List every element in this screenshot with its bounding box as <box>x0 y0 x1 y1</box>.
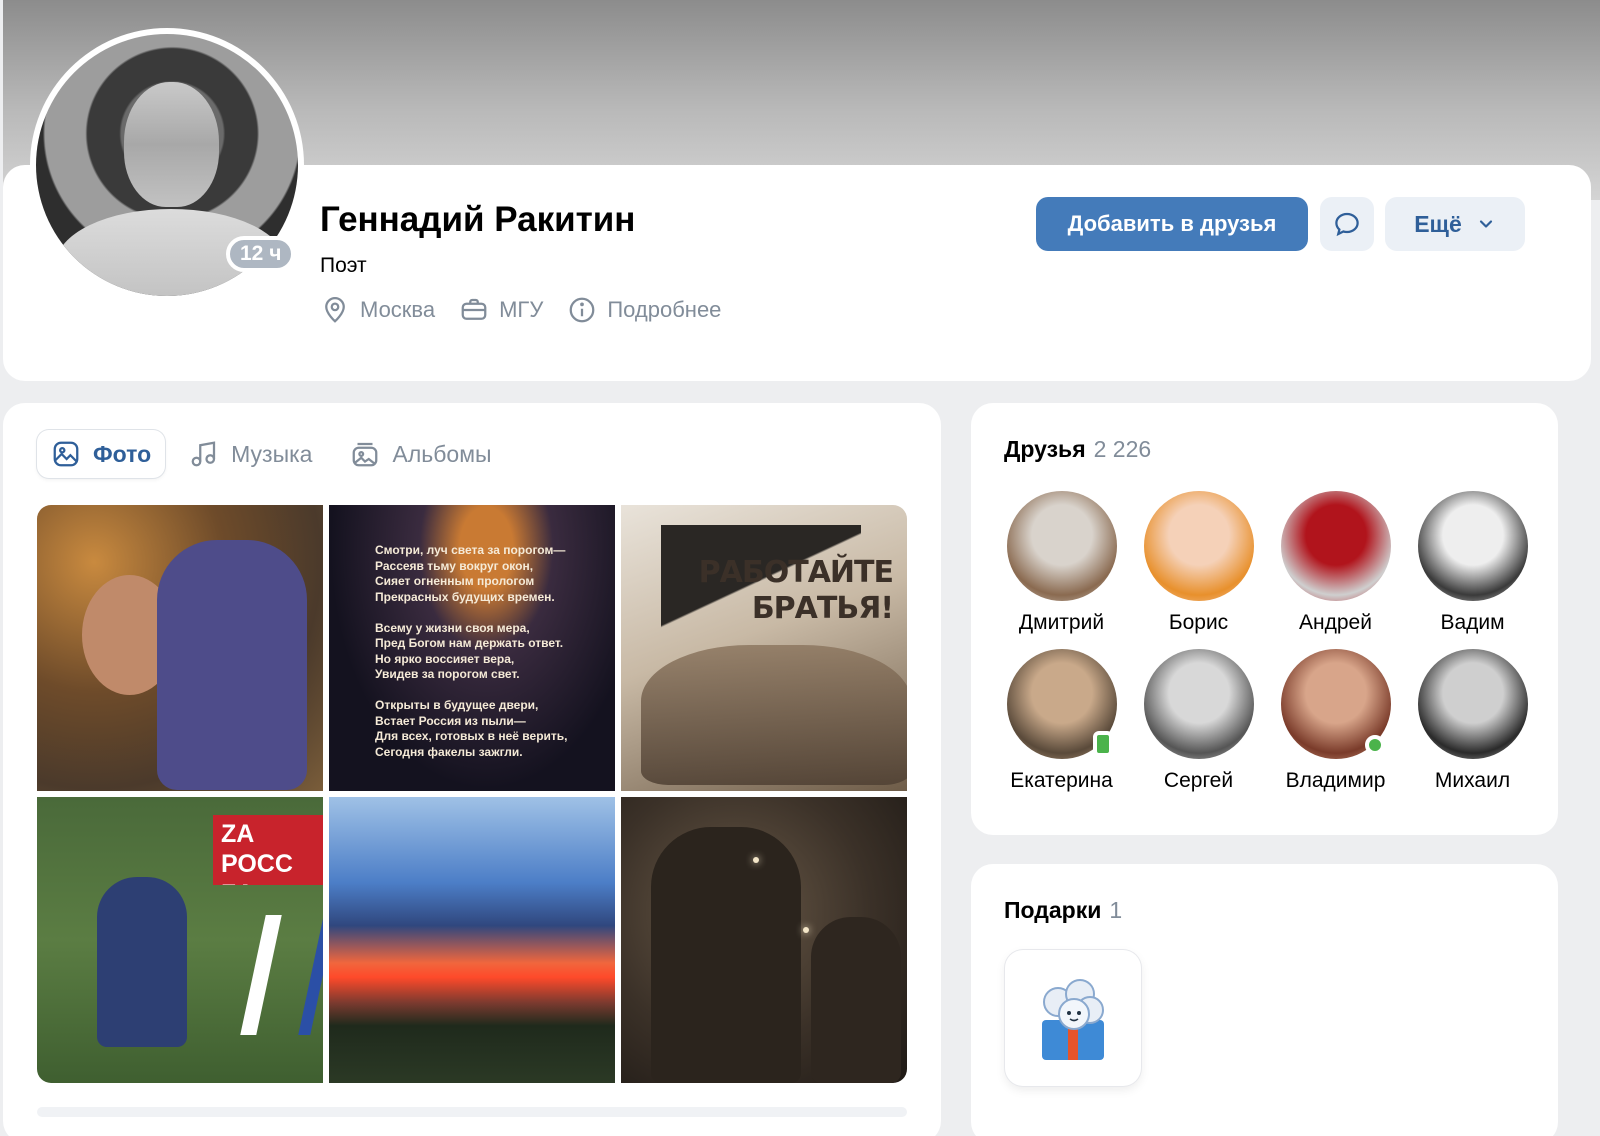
photo-soldiers-smoking[interactable] <box>621 797 907 1083</box>
friend-name: Сергей <box>1163 769 1234 792</box>
tab-photos[interactable]: Фото <box>37 430 166 478</box>
friend-name: Андрей <box>1299 611 1372 634</box>
friends-count: 2 226 <box>1093 436 1152 462</box>
friend-avatar[interactable] <box>1417 649 1528 759</box>
info-education-label: МГУ <box>499 297 544 322</box>
friend-avatar[interactable] <box>1006 491 1117 601</box>
friend-item[interactable]: Екатерина <box>993 649 1130 793</box>
photo-sunset[interactable] <box>329 797 615 1083</box>
info-icon <box>569 297 595 323</box>
gift-item[interactable] <box>1005 950 1141 1086</box>
online-status-icon <box>1364 735 1385 755</box>
friend-name: Вадим <box>1440 611 1505 634</box>
gifts-title[interactable]: Подарки 1 <box>1004 897 1122 924</box>
last-seen-badge: 12 ч <box>226 236 296 272</box>
info-education[interactable]: МГУ <box>459 295 543 325</box>
friend-item[interactable]: Сергей <box>1130 649 1267 793</box>
show-all-photos-bar[interactable] <box>37 1107 907 1117</box>
photo-icon <box>53 441 79 467</box>
friend-avatar[interactable] <box>1280 491 1391 601</box>
gifts-card: Подарки 1 <box>971 864 1558 1136</box>
tab-albums[interactable]: Альбомы <box>336 430 505 478</box>
friend-name: Екатерина <box>1010 769 1113 792</box>
photo-poem[interactable]: Смотри, луч света за порогом— Рассеяв ть… <box>329 505 615 791</box>
photo-grid: Смотри, луч света за порогом— Рассеяв ть… <box>37 505 907 1083</box>
friend-item[interactable]: Вадим <box>1404 491 1541 635</box>
friend-item[interactable]: Андрей <box>1267 491 1404 635</box>
message-button[interactable] <box>1320 197 1374 251</box>
albums-icon <box>353 442 378 467</box>
info-details-link[interactable]: Подробнее <box>567 295 721 325</box>
friend-name: Владимир <box>1285 769 1386 792</box>
info-city[interactable]: Москва <box>320 295 435 325</box>
friends-title-label: Друзья <box>1004 436 1086 462</box>
music-icon <box>191 441 216 467</box>
friend-avatar[interactable] <box>1280 649 1391 759</box>
friend-avatar[interactable] <box>1143 649 1254 759</box>
photo-poster[interactable]: РАБОТАЙТЕ БРАТЬЯ! <box>621 505 907 791</box>
friend-item[interactable]: Владимир <box>1267 649 1404 793</box>
tab-music[interactable]: Музыка <box>175 430 326 478</box>
friend-avatar[interactable] <box>1143 491 1254 601</box>
friends-title[interactable]: Друзья 2 226 <box>1004 436 1151 463</box>
photos-card: Фото Музыка Альбомы Смотри, луч света за… <box>3 403 941 1136</box>
gifts-count: 1 <box>1109 897 1123 923</box>
friends-grid: Дмитрий Борис Андрей Вадим Екатерина Сергей Вл… <box>993 491 1543 793</box>
gift-icon <box>1042 979 1104 1060</box>
profile-info-row: Москва МГУ Подробнее <box>320 295 721 325</box>
photo-soldier-child[interactable] <box>37 505 323 791</box>
friend-name: Михаил <box>1434 769 1511 792</box>
info-details-label: Подробнее <box>607 297 722 322</box>
gifts-title-label: Подарки <box>1004 897 1102 923</box>
info-city-label: Москва <box>360 297 436 322</box>
location-icon <box>325 297 345 323</box>
photo-forest[interactable]: ZA РОСС ZA ПУТИ <box>37 797 323 1083</box>
friend-avatar[interactable] <box>1006 649 1117 759</box>
more-button[interactable]: Ещё <box>1385 197 1525 251</box>
friend-name: Борис <box>1168 611 1229 634</box>
add-friend-button[interactable]: Добавить в друзья <box>1036 197 1308 251</box>
friend-item[interactable]: Дмитрий <box>993 491 1130 635</box>
profile-status: Поэт <box>320 254 367 277</box>
friends-card: Друзья 2 226 Дмитрий Борис Андрей Вадим Екате… <box>971 403 1558 835</box>
message-icon <box>1335 212 1359 237</box>
online-mobile-icon <box>1092 731 1113 757</box>
banner-text: ZA РОСС ZA ПУТИ <box>213 815 323 885</box>
friend-item[interactable]: Михаил <box>1404 649 1541 793</box>
friend-item[interactable]: Борис <box>1130 491 1267 635</box>
profile-name: Геннадий Ракитин <box>320 200 636 239</box>
media-tabs: Фото Музыка Альбомы <box>37 430 506 478</box>
friend-name: Дмитрий <box>1018 611 1105 634</box>
tab-music-label: Музыка <box>231 440 313 467</box>
tab-albums-label: Альбомы <box>392 440 492 467</box>
more-button-label: Ещё <box>1414 210 1462 237</box>
chevron-down-icon <box>1479 220 1492 228</box>
friend-avatar[interactable] <box>1417 491 1528 601</box>
briefcase-icon <box>461 298 487 320</box>
poster-text: РАБОТАЙТЕ БРАТЬЯ! <box>698 555 894 626</box>
tab-photos-label: Фото <box>93 440 152 467</box>
